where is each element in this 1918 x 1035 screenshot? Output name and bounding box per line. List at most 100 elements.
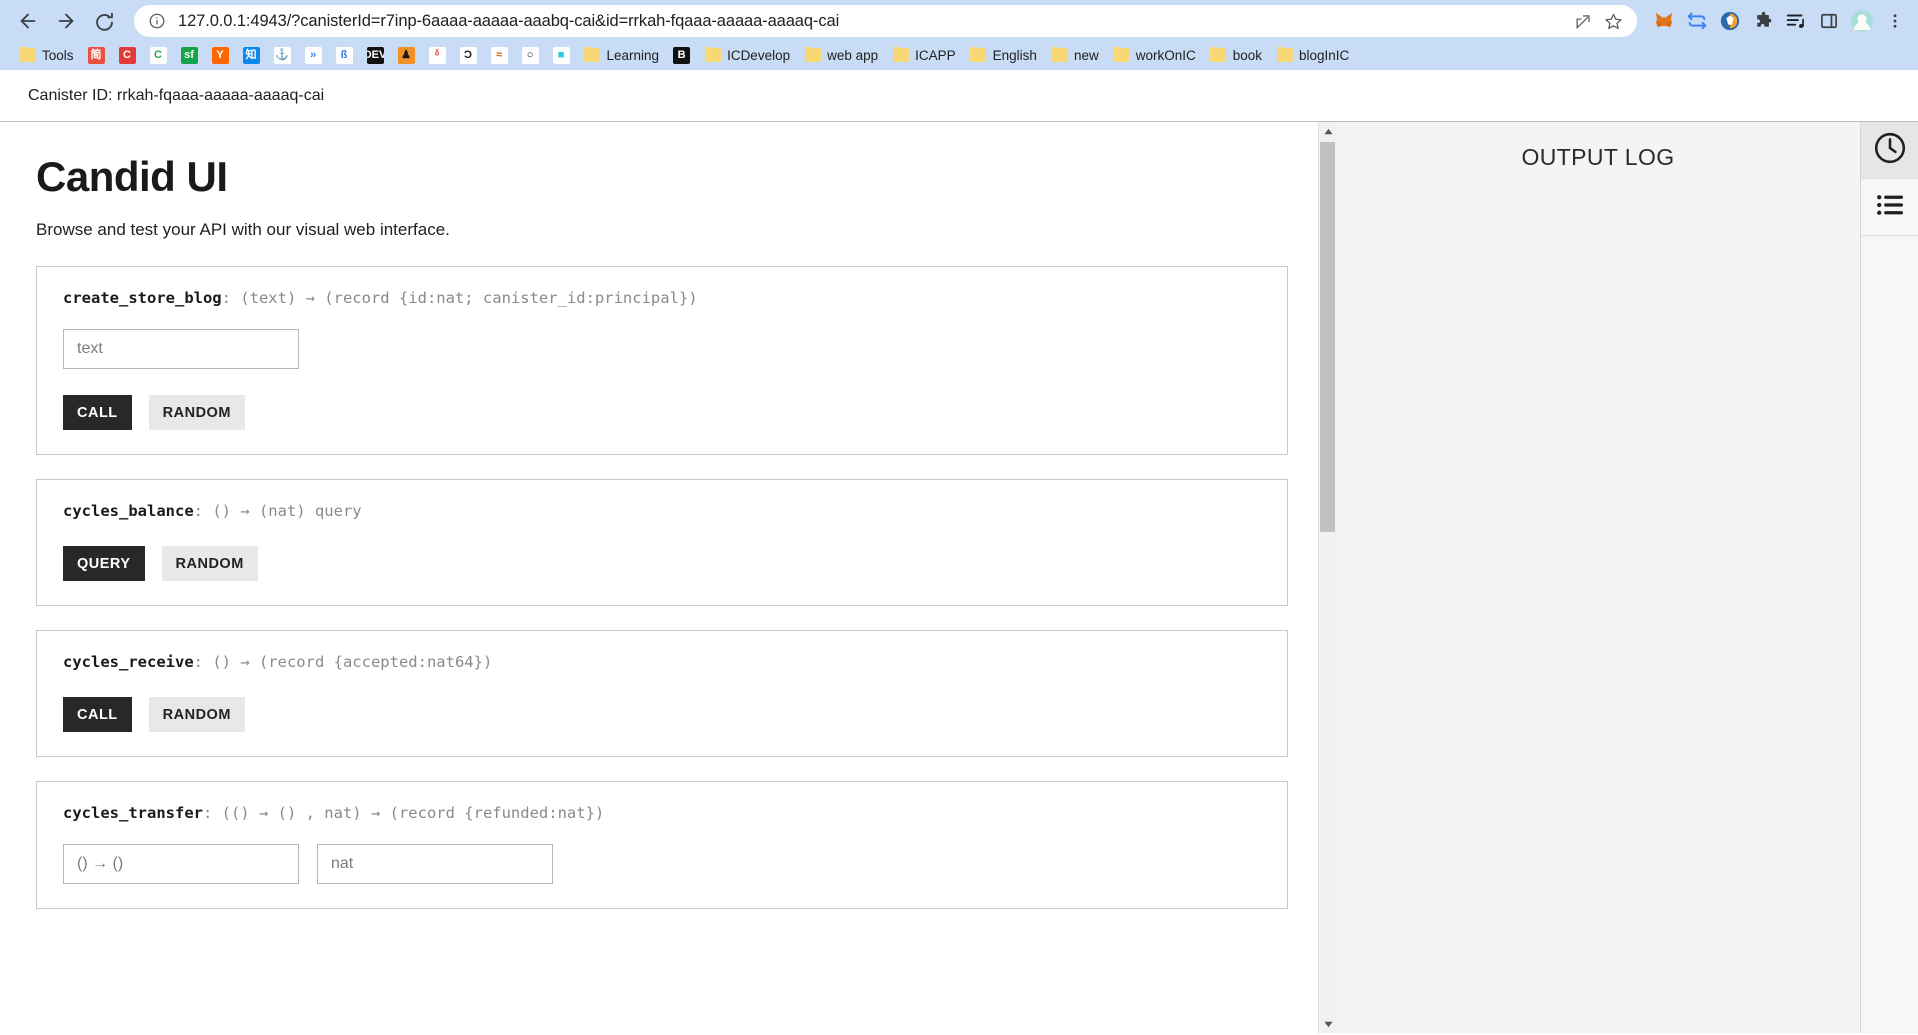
bookmark-web-app[interactable]: web app <box>797 43 885 67</box>
favicon-icon: ß <box>335 46 353 64</box>
folder-icon <box>1113 46 1130 64</box>
playlist-extension-icon[interactable] <box>1783 8 1809 34</box>
random-button[interactable]: RANDOM <box>161 546 258 582</box>
method-signature-types: : () → (nat) query <box>193 502 362 521</box>
folder-icon <box>704 46 721 64</box>
random-button[interactable]: RANDOM <box>148 395 245 431</box>
metamask-extension-icon[interactable] <box>1651 8 1677 34</box>
bookmark-book[interactable]: book <box>1203 43 1269 67</box>
bookmark-new[interactable]: new <box>1044 43 1106 67</box>
address-bar-url: 127.0.0.1:4943/?canisterId=r7inp-6aaaa-a… <box>178 11 840 30</box>
bookmark-bloginic[interactable]: blogInIC <box>1269 43 1356 67</box>
bookmarks-bar: Tools 简 C Csf Y 知 ⚓» ß DEV ♟ ᵟ Ɔ ≈ ○ ■ Learning B ICDevel… <box>0 42 1918 70</box>
bookmark-tools[interactable]: Tools <box>12 43 81 67</box>
extensions-puzzle-icon[interactable] <box>1750 8 1776 34</box>
address-bar[interactable]: 127.0.0.1:4943/?canisterId=r7inp-6aaaa-a… <box>134 5 1637 37</box>
forward-button[interactable] <box>48 3 84 39</box>
folder-shape <box>1051 46 1068 62</box>
browser-chrome: 127.0.0.1:4943/?canisterId=r7inp-6aaaa-a… <box>0 0 1918 70</box>
bookmark-site-13[interactable]: Ɔ <box>453 43 484 67</box>
bookmark-site-4[interactable]: sf <box>174 43 205 67</box>
profile-avatar[interactable] <box>1849 8 1875 34</box>
favicon-icon: » <box>304 46 322 64</box>
share-icon[interactable] <box>1569 7 1597 35</box>
favicon-icon: Ɔ <box>459 46 477 64</box>
method-name: cycles_receive <box>63 653 194 672</box>
page-content: Canister ID: rrkah-fqaaa-aaaaa-aaaaq-cai… <box>0 70 1918 1033</box>
favicon-icon: Y <box>211 46 229 64</box>
bookmark-site-5[interactable]: Y <box>205 43 236 67</box>
folder-shape <box>1210 46 1227 62</box>
method-card-cycles-transfer: cycles_transfer: (() → () , nat) → (reco… <box>36 781 1288 910</box>
bookmark-site-11[interactable]: ♟ <box>391 43 422 67</box>
button-row: CALL RANDOM <box>63 697 1261 733</box>
bookmark-site-10[interactable]: DEV <box>360 43 391 67</box>
bookmark-icapp[interactable]: ICAPP <box>885 43 963 67</box>
reload-button[interactable] <box>86 3 122 39</box>
info-circle-icon[interactable] <box>148 12 166 30</box>
bookmark-site-2[interactable]: C <box>112 43 143 67</box>
favicon-icon: sf <box>180 46 198 64</box>
bookmark-site-6[interactable]: 知 <box>236 43 267 67</box>
method-signature: cycles_receive: () → (record {accepted:n… <box>63 653 1261 671</box>
argument-row <box>63 844 1261 885</box>
bookmark-site-3[interactable]: C <box>143 43 174 67</box>
bookmark-site-12[interactable]: ᵟ <box>422 43 453 67</box>
canister-id-label: Canister ID: rrkah-fqaaa-aaaaa-aaaaq-cai <box>28 86 325 104</box>
argument-input-1[interactable] <box>63 329 299 370</box>
bookmark-site-8[interactable]: » <box>298 43 329 67</box>
scrollbar-up-arrow[interactable] <box>1319 122 1336 140</box>
bookmark-learning[interactable]: Learning <box>577 43 667 67</box>
method-card-cycles-balance: cycles_balance: () → (nat) query QUERY RAN… <box>36 479 1288 607</box>
argument-input-1[interactable] <box>63 844 299 885</box>
back-button[interactable] <box>10 3 46 39</box>
star-icon[interactable] <box>1599 7 1627 35</box>
chrome-menu-icon[interactable] <box>1882 8 1908 34</box>
method-signature: cycles_transfer: (() → () , nat) → (reco… <box>63 804 1261 822</box>
side-panel-icon[interactable] <box>1816 8 1842 34</box>
favicon-icon: C <box>118 46 136 64</box>
call-button[interactable]: CALL <box>63 697 132 733</box>
method-name: cycles_balance <box>63 502 194 521</box>
brave-wallet-extension-icon[interactable] <box>1717 8 1743 34</box>
method-name: create_store_blog <box>63 289 222 308</box>
method-signature-types: : (text) → (record {id:nat; canister_id:… <box>221 289 698 308</box>
favicon-icon: ♟ <box>397 46 415 64</box>
history-clock-button[interactable] <box>1861 122 1918 179</box>
bookmark-label: ICAPP <box>915 47 956 63</box>
folder-shape <box>804 46 821 62</box>
scrollbar-down-arrow[interactable] <box>1319 1015 1336 1033</box>
bookmark-site-15[interactable]: ○ <box>515 43 546 67</box>
call-button[interactable]: CALL <box>63 395 132 431</box>
scrollbar-thumb[interactable] <box>1320 142 1335 532</box>
swap-extension-icon[interactable] <box>1684 8 1710 34</box>
bookmark-label: web app <box>827 47 879 63</box>
bookmark-site-14[interactable]: ≈ <box>484 43 515 67</box>
random-button[interactable]: RANDOM <box>148 697 245 733</box>
bookmark-site-9[interactable]: ß <box>329 43 360 67</box>
list-lines-button[interactable] <box>1861 179 1918 236</box>
bookmark-site-1[interactable]: 简 <box>81 43 112 67</box>
folder-shape <box>892 46 909 62</box>
folder-icon <box>1210 46 1227 64</box>
extension-icons <box>1647 8 1908 34</box>
main-scrollbar[interactable] <box>1318 122 1336 1033</box>
query-button[interactable]: QUERY <box>63 546 145 582</box>
bookmark-label: workOnIC <box>1135 47 1196 63</box>
bookmark-label: Learning <box>606 47 660 63</box>
bookmark-workonic[interactable]: workOnIC <box>1106 43 1203 67</box>
bookmark-site-18[interactable]: B <box>666 43 697 67</box>
bookmark-icdevelop[interactable]: ICDevelop <box>697 43 797 67</box>
bookmark-label: new <box>1073 47 1099 63</box>
folder-icon <box>804 46 821 64</box>
method-name: cycles_transfer <box>63 804 203 823</box>
folder-icon <box>584 46 601 64</box>
bookmark-label: English <box>992 47 1037 63</box>
favicon-icon: C <box>149 46 167 64</box>
argument-input-2[interactable] <box>317 844 553 885</box>
favicon-icon: ⚓ <box>273 46 291 64</box>
bookmark-site-7[interactable]: ⚓ <box>267 43 298 67</box>
address-bar-actions <box>1569 7 1627 35</box>
bookmark-english[interactable]: English <box>963 43 1044 67</box>
bookmark-site-16[interactable]: ■ <box>546 43 577 67</box>
